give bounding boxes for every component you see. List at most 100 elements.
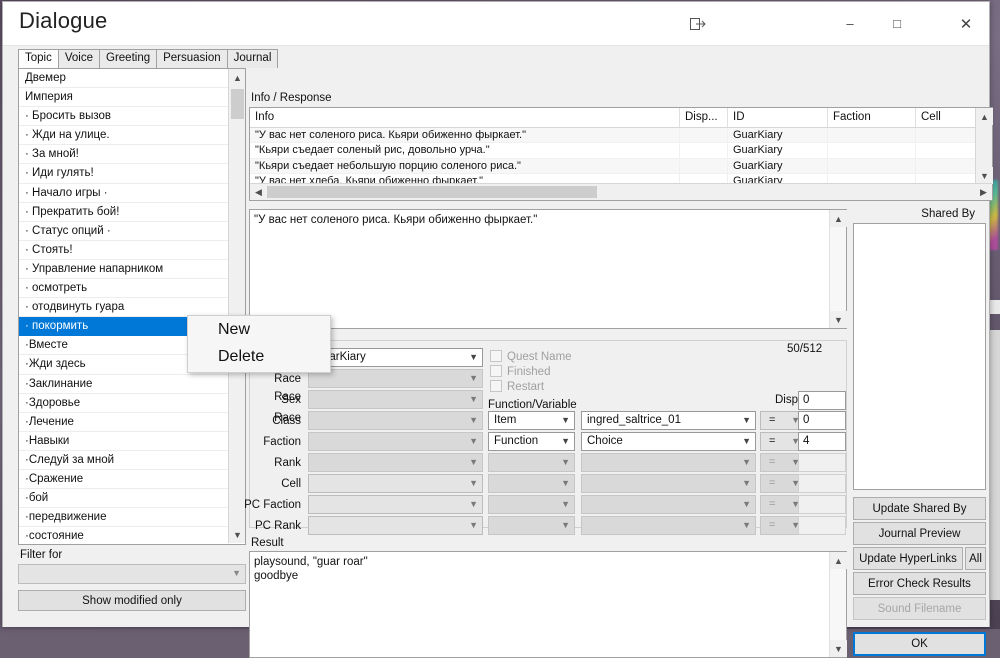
func-type-combobox-5[interactable]: ▼	[488, 495, 575, 514]
tab-topic[interactable]: Topic	[18, 49, 59, 68]
grid-vertical-scrollbar[interactable]: ▲ ▼	[975, 108, 993, 184]
scroll-down-icon[interactable]: ▼	[830, 311, 847, 328]
filter-combobox[interactable]: ▼	[18, 564, 246, 584]
func-target-combobox-3[interactable]: ▼	[581, 453, 756, 472]
list-item[interactable]: · осмотреть	[19, 279, 229, 299]
table-row[interactable]: "У вас нет соленого риса. Кьяри обиженно…	[250, 128, 992, 144]
minimize-button[interactable]: –	[827, 2, 873, 45]
error-check-results-button[interactable]: Error Check Results	[853, 572, 986, 595]
list-item[interactable]: ·Заклинание	[19, 375, 229, 394]
column-header-info[interactable]: Info	[250, 108, 680, 127]
func-target-combobox-5[interactable]: ▼	[581, 495, 756, 514]
table-row[interactable]: "Кьяри съедает небольшую порцию соленого…	[250, 158, 992, 175]
func-value-textbox-3[interactable]	[798, 453, 846, 472]
list-item[interactable]: ·Здоровье	[19, 394, 229, 413]
list-item[interactable]: · Жди на улице.	[19, 126, 229, 146]
ok-button[interactable]: OK	[853, 632, 986, 656]
func-type-combobox-2[interactable]: Function ▼	[488, 432, 575, 451]
column-header-id[interactable]: ID	[728, 108, 828, 127]
func-value-textbox-4[interactable]	[798, 474, 846, 493]
list-item[interactable]: ·Лечение	[19, 413, 229, 432]
topic-list[interactable]: Двемер Империя · Бросить вызов · Жди на …	[19, 69, 229, 543]
func-type-combobox-6[interactable]: ▼	[488, 516, 575, 535]
scrollbar-thumb[interactable]	[267, 186, 597, 198]
scroll-right-icon[interactable]: ▶	[975, 184, 992, 200]
func-target-combobox-1[interactable]: ingred_saltrice_01 ▼	[581, 411, 756, 430]
scroll-up-icon[interactable]: ▲	[830, 210, 847, 227]
tab-persuasion[interactable]: Persuasion	[156, 49, 228, 68]
tab-voice[interactable]: Voice	[57, 49, 100, 68]
cell-combobox[interactable]: ▼	[308, 474, 483, 493]
faction-combobox[interactable]: ▼	[308, 432, 483, 451]
tab-greeting[interactable]: Greeting	[99, 49, 158, 68]
scrollbar-thumb[interactable]	[231, 89, 244, 119]
show-modified-only-button[interactable]: Show modified only	[18, 590, 246, 611]
column-header-disp[interactable]: Disp...	[680, 108, 728, 127]
func-value-textbox-6[interactable]	[798, 516, 846, 535]
tab-journal[interactable]: Journal	[226, 49, 279, 68]
maximize-button[interactable]: □	[874, 2, 920, 45]
list-item[interactable]: · Прекратить бой!	[19, 203, 229, 222]
list-item[interactable]: ·бой	[19, 489, 229, 509]
all-button[interactable]: All	[965, 547, 986, 570]
journal-preview-button[interactable]: Journal Preview	[853, 522, 986, 545]
list-item[interactable]: · Статус опций ·	[19, 222, 229, 241]
scroll-left-icon[interactable]: ◀	[250, 184, 267, 200]
scroll-up-icon[interactable]: ▲	[229, 69, 245, 86]
topic-list-scrollbar[interactable]: ▲ ▼	[228, 69, 245, 543]
update-shared-by-button[interactable]: Update Shared By	[853, 497, 986, 520]
list-item[interactable]: ·Навыки	[19, 432, 229, 451]
update-hyperlinks-button[interactable]: Update HyperLinks	[853, 547, 963, 570]
sex-combobox[interactable]: ▼	[308, 390, 483, 409]
pc-faction-combobox[interactable]: ▼	[308, 495, 483, 514]
list-item[interactable]: ·Сражение	[19, 470, 229, 490]
scroll-down-icon[interactable]: ▼	[830, 640, 847, 657]
list-item[interactable]: · За мной!	[19, 145, 229, 165]
result-textarea[interactable]: playsound, "guar roar" goodbye ▲ ▼	[249, 551, 847, 658]
result-scrollbar[interactable]: ▲ ▼	[829, 552, 847, 657]
func-type-combobox-3[interactable]: ▼	[488, 453, 575, 472]
func-target-combobox-2[interactable]: Choice ▼	[581, 432, 756, 451]
scroll-up-icon[interactable]: ▲	[976, 108, 993, 125]
list-item[interactable]: Двемер	[19, 69, 229, 89]
response-scrollbar[interactable]: ▲ ▼	[829, 210, 847, 328]
list-item[interactable]: · Начало игры ·	[19, 184, 229, 203]
column-header-faction[interactable]: Faction	[828, 108, 916, 127]
pc-rank-combobox[interactable]: ▼	[308, 516, 483, 535]
info-response-grid[interactable]: Info Disp... ID Faction Cell "У вас нет …	[249, 107, 993, 201]
list-item[interactable]: · Стоять!	[19, 241, 229, 260]
shared-by-list[interactable]	[853, 223, 986, 490]
func-target-combobox-6[interactable]: ▼	[581, 516, 756, 535]
func-value-textbox-1[interactable]: 0	[798, 411, 846, 430]
func-value-textbox-5[interactable]	[798, 495, 846, 514]
list-item[interactable]: · Иди гулять!	[19, 164, 229, 184]
checkbox-restart[interactable]: Restart	[490, 380, 544, 393]
class-combobox[interactable]: ▼	[308, 411, 483, 430]
list-item[interactable]: · Бросить вызов	[19, 107, 229, 127]
list-item[interactable]: ·состояние	[19, 527, 229, 543]
actor-combobox[interactable]: GuarKiary ▼	[308, 348, 483, 367]
scroll-down-icon[interactable]: ▼	[976, 167, 993, 184]
column-header-cell[interactable]: Cell	[916, 108, 976, 127]
table-row[interactable]: "Кьяри съедает соленый рис, довольно урч…	[250, 143, 992, 159]
checkbox-quest-name[interactable]: Quest Name	[490, 350, 572, 363]
context-menu-item-new[interactable]: New	[188, 316, 330, 343]
close-button[interactable]: ✕	[943, 2, 989, 45]
checkbox-finished[interactable]: Finished	[490, 365, 550, 378]
response-textarea[interactable]: "У вас нет соленого риса. Кьяри обиженно…	[249, 209, 847, 329]
grid-horizontal-scrollbar[interactable]: ◀ ▶	[250, 183, 992, 200]
list-item[interactable]: ·Следуй за мной	[19, 451, 229, 470]
list-item[interactable]: ·передвижение	[19, 508, 229, 528]
export-icon[interactable]	[675, 2, 721, 45]
func-type-combobox-1[interactable]: Item ▼	[488, 411, 575, 430]
list-item[interactable]: · Управление напарником	[19, 260, 229, 280]
scroll-up-icon[interactable]: ▲	[830, 552, 847, 569]
race-combobox[interactable]: ▼	[308, 369, 483, 388]
rank-combobox[interactable]: ▼	[308, 453, 483, 472]
func-value-textbox-2[interactable]: 4	[798, 432, 846, 451]
context-menu-item-delete[interactable]: Delete	[188, 343, 330, 370]
list-item[interactable]: Империя	[19, 88, 229, 108]
func-target-combobox-4[interactable]: ▼	[581, 474, 756, 493]
func-type-combobox-4[interactable]: ▼	[488, 474, 575, 493]
disp-textbox[interactable]: 0	[798, 391, 846, 410]
